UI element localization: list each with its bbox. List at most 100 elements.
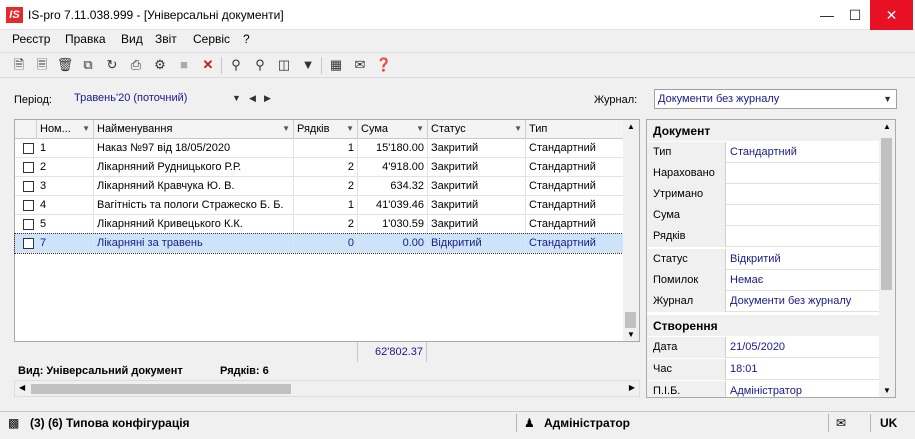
scroll-thumb[interactable] bbox=[625, 312, 636, 328]
scroll-down-icon[interactable]: ▼ bbox=[883, 386, 891, 395]
app-logo-icon: IS bbox=[6, 7, 23, 23]
cancel-icon[interactable]: ✕ bbox=[199, 56, 217, 74]
print-icon[interactable]: ⎙ bbox=[127, 56, 145, 74]
toolbar-divider bbox=[321, 57, 322, 74]
menu-service[interactable]: Сервіс bbox=[193, 32, 230, 46]
menu-edit[interactable]: Правка bbox=[65, 32, 106, 46]
journal-select[interactable]: Документи без журналу ▼ bbox=[654, 89, 897, 109]
period-label: Період: bbox=[14, 94, 52, 106]
sort-icon: ▼ bbox=[82, 124, 90, 133]
statusbar-divider bbox=[828, 414, 829, 432]
search-next-icon[interactable]: ⚲ bbox=[251, 56, 269, 74]
journal-value: Документи без журналу bbox=[658, 93, 780, 105]
section-document: Документ bbox=[647, 120, 879, 141]
chevron-down-icon[interactable]: ▼ bbox=[883, 90, 892, 108]
row-checkbox[interactable] bbox=[23, 219, 34, 230]
view-info: Вид: Універсальний документ bbox=[18, 365, 183, 377]
prop-row[interactable]: Утримано bbox=[647, 184, 879, 205]
scroll-down-icon[interactable]: ▼ bbox=[627, 330, 635, 339]
refresh-icon[interactable]: ↻ bbox=[103, 56, 121, 74]
menu-view[interactable]: Вид bbox=[121, 32, 143, 46]
prop-row[interactable]: П.І.Б. Адміністратор bbox=[647, 381, 879, 397]
header-rows[interactable]: Рядків ▼ bbox=[294, 120, 358, 139]
sort-icon: ▼ bbox=[346, 124, 354, 133]
period-value: Травень'20 (поточний) bbox=[74, 92, 188, 104]
chevron-down-icon[interactable]: ▼ bbox=[232, 89, 241, 107]
header-type[interactable]: Тип bbox=[526, 120, 625, 139]
table-row-selected[interactable]: 7 Лікарняні за травень 0 0.00 Відкритий … bbox=[14, 233, 626, 254]
prop-row[interactable]: Рядків bbox=[647, 226, 879, 247]
period-select[interactable]: Травень'20 (поточний) ▼ ◀ ▶ bbox=[71, 89, 281, 109]
status-bar: ▩ (3) (6) Типова конфігурація ♟ Адмініст… bbox=[0, 411, 915, 433]
current-user: Адміністратор bbox=[544, 416, 631, 430]
table-row[interactable]: 5 Лікарняний Кривецького К.К. 2 1'030.59… bbox=[15, 215, 625, 234]
sort-icon: ▼ bbox=[416, 124, 424, 133]
prop-row[interactable]: Помилок Немає bbox=[647, 270, 879, 291]
row-checkbox[interactable] bbox=[23, 143, 34, 154]
grid-vertical-scrollbar[interactable]: ▲ ▼ bbox=[623, 120, 639, 341]
table-row[interactable]: 1 Наказ №97 від 18/05/2020 1 15'180.00 З… bbox=[15, 139, 625, 158]
prop-row[interactable]: Журнал Документи без журналу bbox=[647, 291, 879, 312]
language-indicator[interactable]: UK bbox=[880, 412, 897, 434]
email-icon[interactable]: ✉ bbox=[351, 56, 369, 74]
maximize-button[interactable]: ☐ bbox=[840, 0, 870, 30]
scroll-up-icon[interactable]: ▲ bbox=[883, 122, 891, 131]
statusbar-divider bbox=[870, 414, 871, 432]
edit-document-icon[interactable]: 🗏 bbox=[33, 56, 51, 74]
user-icon: ♟ bbox=[524, 416, 535, 430]
menu-report[interactable]: Звіт bbox=[155, 32, 177, 46]
row-checkbox[interactable] bbox=[23, 181, 34, 192]
table-row[interactable]: 2 Лікарняний Рудницького Р.Р. 2 4'918.00… bbox=[15, 158, 625, 177]
toolbar-divider bbox=[221, 57, 222, 74]
tag-icon[interactable]: ⚙ bbox=[151, 56, 169, 74]
new-document-icon[interactable]: 🗎 bbox=[10, 56, 28, 74]
menu-registry[interactable]: Реєстр bbox=[12, 32, 50, 46]
scroll-right-icon[interactable]: ▶ bbox=[629, 383, 635, 392]
help-icon[interactable]: ❓ bbox=[375, 56, 393, 74]
scroll-left-icon[interactable]: ◀ bbox=[19, 383, 25, 392]
panel-vertical-scrollbar[interactable]: ▲ ▼ bbox=[879, 120, 895, 397]
header-number[interactable]: Ном... ▼ bbox=[37, 120, 94, 139]
calculator-icon[interactable]: ▦ bbox=[327, 56, 345, 74]
prop-row[interactable]: Сума bbox=[647, 205, 879, 226]
prop-row[interactable]: Дата 21/05/2020 bbox=[647, 337, 879, 358]
grid-horizontal-scrollbar[interactable]: ◀ ▶ bbox=[14, 380, 640, 397]
statusbar-divider bbox=[516, 414, 517, 432]
disabled-action-icon: ■ bbox=[180, 57, 188, 72]
row-checkbox[interactable] bbox=[23, 162, 34, 173]
rows-count: Рядків: 6 bbox=[220, 365, 269, 377]
scroll-up-icon[interactable]: ▲ bbox=[627, 122, 635, 131]
scroll-thumb[interactable] bbox=[881, 138, 892, 290]
minimize-button[interactable]: — bbox=[812, 0, 842, 30]
properties-panel: Документ Тип Стандартний Нараховано Утрим… bbox=[646, 119, 896, 398]
table-row[interactable]: 4 Вагітність та пологи Стражеско Б. Б. 1… bbox=[15, 196, 625, 215]
prop-row[interactable]: Час 18:01 bbox=[647, 359, 879, 380]
tree-icon[interactable]: ◫ bbox=[275, 56, 293, 74]
filter-icon[interactable]: ▼ bbox=[299, 56, 317, 74]
copy-icon[interactable]: ⧉ bbox=[79, 56, 97, 74]
row-checkbox[interactable] bbox=[23, 200, 34, 211]
header-status[interactable]: Статус ▼ bbox=[428, 120, 526, 139]
mail-icon[interactable]: ✉ bbox=[836, 412, 846, 434]
documents-grid: Ном... ▼ Найменування ▼ Рядків ▼ Сума ▼ Стат… bbox=[14, 119, 640, 342]
delete-document-icon[interactable]: 🗑 bbox=[56, 56, 74, 74]
menu-help[interactable]: ? bbox=[243, 32, 250, 46]
grid-footer: 62'802.37 bbox=[14, 342, 640, 362]
prop-row[interactable]: Статус Відкритий bbox=[647, 249, 879, 270]
section-created: Створення bbox=[647, 315, 879, 336]
toolbar: 🗎 🗏 🗑 ⧉ ↻ ⎙ ⚙ ■ ✕ ⚲ ⚲ ◫ ▼ ▦ ✉ ❓ bbox=[0, 52, 915, 78]
search-icon[interactable]: ⚲ bbox=[227, 56, 245, 74]
header-name[interactable]: Найменування ▼ bbox=[94, 120, 294, 139]
close-button[interactable]: ✕ bbox=[870, 0, 913, 30]
sort-icon: ▼ bbox=[514, 124, 522, 133]
prop-row[interactable]: Тип Стандартний bbox=[647, 142, 879, 163]
prev-period-icon[interactable]: ◀ bbox=[249, 89, 256, 107]
row-checkbox[interactable] bbox=[23, 238, 34, 249]
next-period-icon[interactable]: ▶ bbox=[264, 89, 271, 107]
table-row[interactable]: 3 Лікарняний Кравчука Ю. В. 2 634.32 Зак… bbox=[15, 177, 625, 196]
total-sum: 62'802.37 bbox=[357, 342, 427, 362]
scroll-thumb[interactable] bbox=[31, 384, 291, 394]
prop-row[interactable]: Нараховано bbox=[647, 163, 879, 184]
header-sum[interactable]: Сума ▼ bbox=[358, 120, 428, 139]
chart-icon: ▩ bbox=[8, 416, 20, 430]
